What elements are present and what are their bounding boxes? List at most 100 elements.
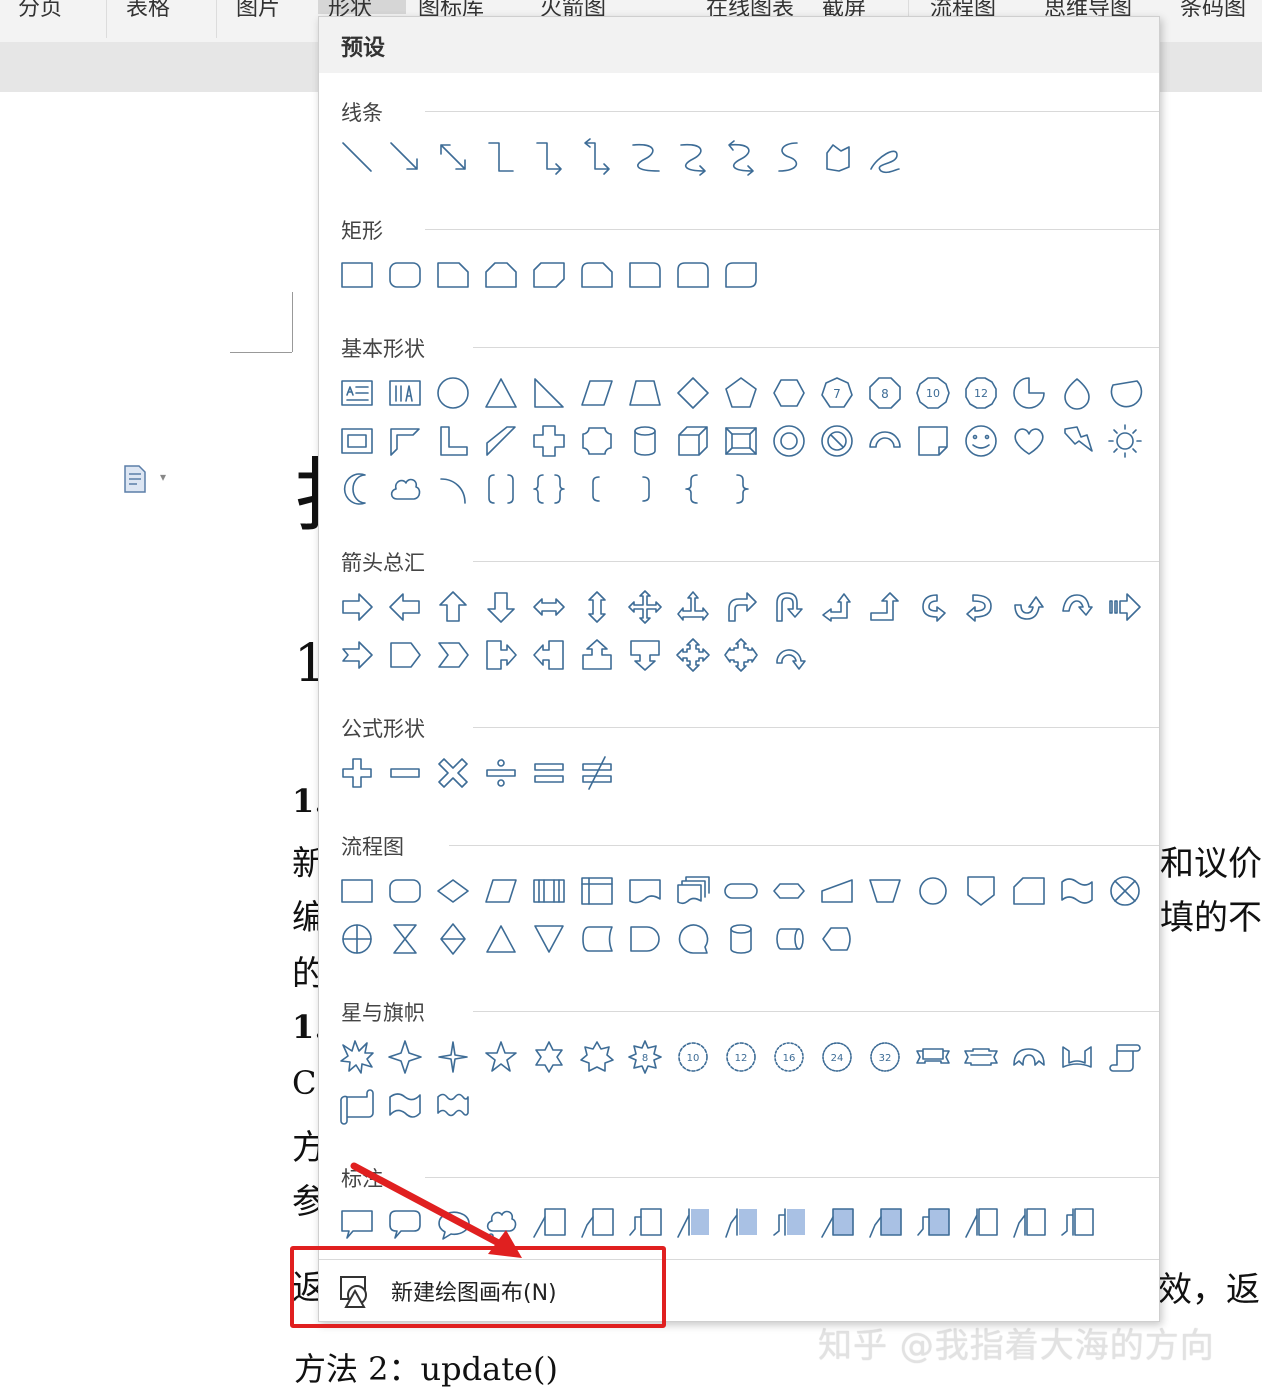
shape-right-triangle-button[interactable] [525,371,573,415]
ribbon-tab-table[interactable]: 表格 [126,0,170,30]
shape-quad-arrow-callout-2-button[interactable] [717,633,765,677]
shape-textbox-button[interactable] [333,371,381,415]
shape-round-rect-button[interactable] [381,253,429,297]
shape-multiply-button[interactable] [429,751,477,795]
shape-down-arrow-callout-button[interactable] [621,633,669,677]
shape-cube-button[interactable] [669,419,717,463]
shape-border-callout3-button[interactable] [909,1201,957,1245]
shape-half-frame-button[interactable] [381,419,429,463]
shape-cross-button[interactable] [525,419,573,463]
shape-arrow-button[interactable] [381,135,429,179]
shape-line-callout3-button[interactable] [621,1201,669,1245]
shape-up-down-arrow-button[interactable] [573,585,621,629]
shape-display-button[interactable] [813,917,861,961]
shape-notched-right-arrow-button[interactable] [333,633,381,677]
shape-or-button[interactable] [333,917,381,961]
shape-star6-button[interactable] [525,1035,573,1079]
shape-star16-button[interactable]: 16 [765,1035,813,1079]
shape-plaque-button[interactable] [573,419,621,463]
shape-sort-button[interactable] [429,917,477,961]
shape-diamond-button[interactable] [669,371,717,415]
shape-not-equal-button[interactable] [573,751,621,795]
shape-hexagon-button[interactable] [765,371,813,415]
shape-magnetic-disk-button[interactable] [717,917,765,961]
shape-star24-button[interactable]: 24 [813,1035,861,1079]
shape-border-callout1-button[interactable] [813,1201,861,1245]
shape-round-diag-rect-button[interactable] [717,253,765,297]
shape-quad-arrow-button[interactable] [621,585,669,629]
shape-heptagon-button[interactable]: 7 [813,371,861,415]
shape-curved-ribbon-up-button[interactable] [1053,1035,1101,1079]
shape-heart-button[interactable] [1005,419,1053,463]
shape-rect-button[interactable] [333,253,381,297]
shape-collate-button[interactable] [381,917,429,961]
shape-cloud-button[interactable] [381,467,429,511]
shape-curve-arrow-button[interactable] [669,135,717,179]
shape-summing-junction-button[interactable] [1101,869,1149,913]
shape-wave-button[interactable] [381,1083,429,1127]
ribbon-tab-picture[interactable]: 图片 [236,0,280,30]
shape-circular-arrow-button[interactable] [765,633,813,677]
shape-card-button[interactable] [1005,869,1053,913]
shape-equal-button[interactable] [525,751,573,795]
shape-star10-button[interactable]: 10 [669,1035,717,1079]
shape-arc-button[interactable] [429,467,477,511]
shape-curve-button[interactable] [621,135,669,179]
shape-extract-button[interactable] [477,917,525,961]
shape-pie-button[interactable] [1005,371,1053,415]
shape-vertical-textbox-button[interactable] [381,371,429,415]
shape-lightning-button[interactable] [1053,419,1101,463]
shape-offpage-connector-button[interactable] [957,869,1005,913]
shape-right-brace-button[interactable] [717,467,765,511]
shape-quad-arrow-callout-button[interactable] [669,633,717,677]
shape-stored-data-button[interactable] [573,917,621,961]
shape-up-arrow-button[interactable] [429,585,477,629]
shape-minus-button[interactable] [381,751,429,795]
shape-right-arrow-callout-button[interactable] [477,633,525,677]
shape-chord-button[interactable] [1101,371,1149,415]
shape-manual-operation-button[interactable] [861,869,909,913]
shape-diagonal-stripe-button[interactable] [477,419,525,463]
shape-freeform-button[interactable] [813,135,861,179]
shape-preparation-button[interactable] [765,869,813,913]
shape-star4-button[interactable] [381,1035,429,1079]
shape-predefined-process-button[interactable] [525,869,573,913]
shape-horizontal-scroll-button[interactable] [333,1083,381,1127]
shape-direct-access-button[interactable] [765,917,813,961]
shape-snip1-rect-button[interactable] [429,253,477,297]
shape-double-bracket-button[interactable] [477,467,525,511]
shape-trapezoid-button[interactable] [621,371,669,415]
shape-accent-callout2-button[interactable] [717,1201,765,1245]
shape-curved-left-arrow-button[interactable] [957,585,1005,629]
shape-left-brace-button[interactable] [669,467,717,511]
shape-terminator-button[interactable] [717,869,765,913]
shape-bar-callout2-button[interactable] [1005,1201,1053,1245]
shape-bar-callout1-button[interactable] [957,1201,1005,1245]
shape-ribbon-down-button[interactable] [909,1035,957,1079]
shape-connector-button[interactable] [909,869,957,913]
shape-moon-button[interactable] [333,467,381,511]
shape-right-bracket-button[interactable] [621,467,669,511]
ribbon-tab-page-break[interactable]: 分页 [18,0,62,30]
shape-triangle-button[interactable] [477,371,525,415]
shape-left-arrow-button[interactable] [381,585,429,629]
shape-left-up-arrow-button[interactable] [813,585,861,629]
shape-left-bracket-button[interactable] [573,467,621,511]
shape-sun-button[interactable] [1101,419,1149,463]
shape-process-button[interactable] [333,869,381,913]
shape-merge-button[interactable] [525,917,573,961]
shape-bevel-button[interactable] [717,419,765,463]
shape-snip-round-rect-button[interactable] [573,253,621,297]
shape-star4b-button[interactable] [429,1035,477,1079]
shape-elbow-double-arrow-button[interactable] [573,135,621,179]
shape-elbow-arrow-button[interactable] [525,135,573,179]
shape-vertical-scroll-button[interactable] [1101,1035,1149,1079]
shape-left-right-up-arrow-button[interactable] [669,585,717,629]
shape-star7-button[interactable] [573,1035,621,1079]
shape-decision-button[interactable] [429,869,477,913]
shape-explosion-button[interactable] [333,1035,381,1079]
shape-line-button[interactable] [333,135,381,179]
shape-star8-button[interactable]: 8 [621,1035,669,1079]
shape-left-arrow-callout-button[interactable] [525,633,573,677]
shape-curved-ribbon-down-button[interactable] [1005,1035,1053,1079]
